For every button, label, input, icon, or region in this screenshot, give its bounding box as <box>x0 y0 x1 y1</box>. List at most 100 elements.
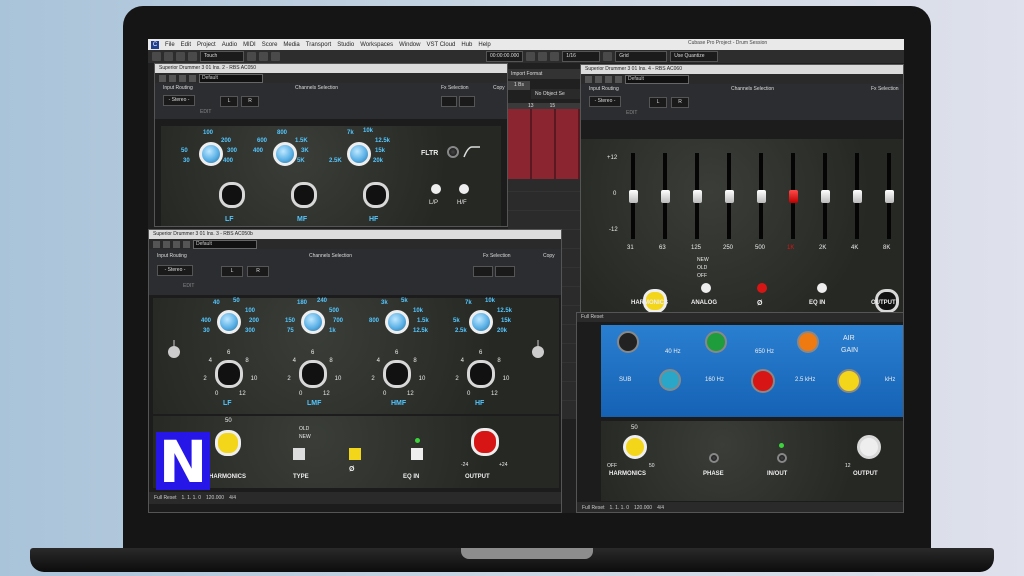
menu-file[interactable]: File <box>165 42 175 48</box>
channel-right-button[interactable]: R <box>671 97 689 108</box>
output-knob[interactable] <box>857 435 881 459</box>
fader-4K-handle[interactable] <box>853 190 862 203</box>
write-icon[interactable] <box>183 240 190 248</box>
filter-knob[interactable] <box>447 146 459 158</box>
band-2-gain-knob[interactable] <box>383 360 411 388</box>
type-switch[interactable] <box>293 448 305 460</box>
phase-switch[interactable] <box>349 448 361 460</box>
toolbar-button[interactable] <box>247 52 256 61</box>
automation-mode-select[interactable]: Touch <box>200 51 244 62</box>
grid-select[interactable]: Grid <box>615 51 668 62</box>
write-icon[interactable] <box>189 74 196 82</box>
mf-gain-knob[interactable] <box>291 182 317 208</box>
fx-button[interactable] <box>441 96 457 107</box>
menu-help[interactable]: Help <box>478 42 490 48</box>
fader-31-handle[interactable] <box>629 190 638 203</box>
copy-label[interactable]: Copy <box>493 85 505 91</box>
edit-button[interactable]: EDIT <box>626 110 637 116</box>
channel-left-button[interactable]: L <box>220 96 238 107</box>
menu-score[interactable]: Score <box>262 42 278 48</box>
sub-freq-knob[interactable] <box>659 369 681 391</box>
hf-switch[interactable] <box>459 184 469 194</box>
band-3-frequency-knob[interactable] <box>469 310 493 334</box>
hf-frequency-knob[interactable] <box>347 142 371 166</box>
power-icon[interactable] <box>159 74 166 82</box>
preset-status[interactable]: Full Reset <box>582 505 605 511</box>
toolbar-button[interactable] <box>271 52 280 61</box>
band-1-gain-knob[interactable] <box>299 360 327 388</box>
eq-in-switch[interactable] <box>411 448 423 460</box>
menu-studio[interactable]: Studio <box>337 42 354 48</box>
menu-transport[interactable]: Transport <box>306 42 331 48</box>
menu-project[interactable]: Project <box>197 42 216 48</box>
toolbar-button[interactable] <box>152 52 161 61</box>
edit-button[interactable]: EDIT <box>183 283 194 289</box>
bypass-icon[interactable] <box>163 240 170 248</box>
analog-switch[interactable] <box>701 283 711 293</box>
toolbar-button[interactable] <box>550 52 560 61</box>
band-160hz-knob[interactable] <box>751 369 775 393</box>
power-icon[interactable] <box>585 75 592 83</box>
menu-midi[interactable]: MIDI <box>243 42 256 48</box>
fader-2K-handle[interactable] <box>821 190 830 203</box>
bypass-icon[interactable] <box>169 74 176 82</box>
band-650hz-knob[interactable] <box>797 331 819 353</box>
fx-button[interactable] <box>473 266 493 277</box>
channel-right-button[interactable]: R <box>241 96 259 107</box>
preset-field[interactable]: Default <box>625 74 689 84</box>
channel-right-button[interactable]: R <box>247 266 269 277</box>
menu-edit[interactable]: Edit <box>181 42 191 48</box>
power-icon[interactable] <box>153 240 160 248</box>
lp-switch[interactable] <box>431 184 441 194</box>
fx-button[interactable] <box>459 96 475 107</box>
read-icon[interactable] <box>173 240 180 248</box>
read-icon[interactable] <box>179 74 186 82</box>
hf-gain-knob[interactable] <box>363 182 389 208</box>
band-1-frequency-knob[interactable] <box>301 310 325 334</box>
toolbar-button[interactable] <box>259 52 268 61</box>
air-gain-knob[interactable] <box>837 369 861 393</box>
eq-in-switch[interactable] <box>817 283 827 293</box>
menu-vst-cloud[interactable]: VST Cloud <box>426 42 455 48</box>
routing-select[interactable]: - Stereo - <box>589 96 621 107</box>
routing-select[interactable]: - Stereo - <box>163 95 195 106</box>
edit-button[interactable]: EDIT <box>200 109 211 115</box>
menu-media[interactable]: Media <box>283 42 299 48</box>
fader-500-handle[interactable] <box>757 190 766 203</box>
write-icon[interactable] <box>615 75 622 83</box>
toolbar-button[interactable] <box>526 52 536 61</box>
mf-frequency-knob[interactable] <box>273 142 297 166</box>
phase-switch[interactable] <box>709 453 719 463</box>
fader-8K-handle[interactable] <box>885 190 894 203</box>
menu-window[interactable]: Window <box>399 42 420 48</box>
toolbar-button[interactable] <box>188 52 197 61</box>
fader-1K-handle[interactable] <box>789 190 798 203</box>
phase-switch[interactable] <box>757 283 767 293</box>
channel-left-button[interactable]: L <box>221 266 243 277</box>
lf-gain-knob[interactable] <box>219 182 245 208</box>
band-40hz-knob[interactable] <box>705 331 727 353</box>
toolbar-button[interactable] <box>164 52 173 61</box>
routing-select[interactable]: - Stereo - <box>157 265 193 276</box>
fader-125-handle[interactable] <box>693 190 702 203</box>
preset-field[interactable]: Default <box>199 73 263 83</box>
menu-workspaces[interactable]: Workspaces <box>360 42 393 48</box>
bypass-icon[interactable] <box>595 75 602 83</box>
quantize-fraction[interactable]: 1/16 <box>562 51 601 62</box>
channel-left-button[interactable]: L <box>649 97 667 108</box>
quantize-select[interactable]: Use Quantize <box>670 51 719 62</box>
toolbar-button[interactable] <box>603 52 613 61</box>
band-3-gain-knob[interactable] <box>467 360 495 388</box>
bars-field[interactable]: 1 Bs <box>508 81 530 90</box>
preset-field[interactable]: Default <box>193 239 257 249</box>
copy-label[interactable]: Copy <box>543 253 555 259</box>
read-icon[interactable] <box>605 75 612 83</box>
menu-audio[interactable]: Audio <box>222 42 237 48</box>
harmonics-knob[interactable] <box>215 430 241 456</box>
fx-button[interactable] <box>495 266 515 277</box>
in-out-switch[interactable] <box>777 453 787 463</box>
menu-hub[interactable]: Hub <box>461 42 472 48</box>
fader-250-handle[interactable] <box>725 190 734 203</box>
output-knob[interactable] <box>471 428 499 456</box>
lf-frequency-knob[interactable] <box>199 142 223 166</box>
